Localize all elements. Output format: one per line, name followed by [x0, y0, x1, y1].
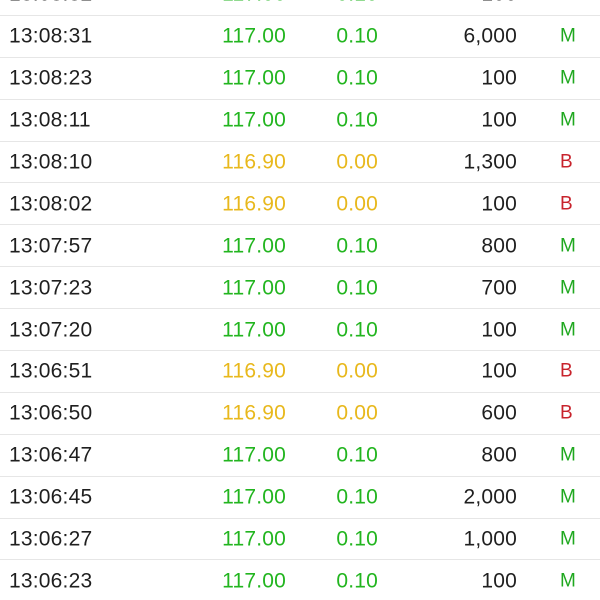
- trade-row[interactable]: 13:07:23 117.00 0.10 700 M: [0, 267, 600, 310]
- trade-price: 116.90: [222, 401, 286, 425]
- trade-row[interactable]: 13:08:11 117.00 0.10 100 M: [0, 100, 600, 142]
- trade-row[interactable]: 13:07:20 117.00 0.10 100 M: [0, 309, 600, 352]
- trade-change: 0.10: [336, 485, 378, 509]
- trade-volume: 1,000: [463, 527, 517, 551]
- trade-volume: 800: [481, 234, 517, 258]
- trade-volume: 100: [481, 569, 517, 593]
- trade-time: 13:08:23: [9, 66, 93, 90]
- trade-change: 0.10: [336, 443, 378, 467]
- trade-row[interactable]: 13:06:27 117.00 0.10 1,000 M: [0, 519, 600, 561]
- trade-change: 0.10: [336, 0, 378, 5]
- trade-volume: 1,300: [463, 150, 517, 174]
- trade-side: M: [560, 109, 577, 131]
- trade-price: 117.00: [222, 485, 286, 509]
- trade-volume: 800: [481, 443, 517, 467]
- trade-volume: 100: [481, 0, 517, 5]
- trade-volume: 600: [481, 401, 517, 425]
- trade-price: 116.90: [222, 359, 286, 383]
- trade-time: 13:08:10: [9, 150, 93, 174]
- trade-volume: 100: [481, 192, 517, 216]
- trade-side: M: [560, 0, 576, 4]
- trade-price: 117.00: [222, 66, 286, 90]
- trade-price: 117.00: [222, 569, 286, 593]
- trade-rows: 13:08:32 117.00 0.10 100 M 13:08:31 117.00 0.10…: [0, 0, 600, 600]
- trade-side: B: [560, 151, 573, 173]
- trade-change: 0.10: [336, 66, 378, 90]
- trade-volume: 2,000: [463, 485, 517, 509]
- trade-row[interactable]: 13:06:50 116.90 0.00 600 B: [0, 393, 600, 435]
- trade-time: 13:07:57: [9, 234, 93, 258]
- trade-side: B: [560, 402, 573, 424]
- trade-volume: 100: [481, 318, 517, 342]
- trade-row[interactable]: 13:07:57 117.00 0.10 800 M: [0, 225, 600, 268]
- trade-row[interactable]: 13:06:45 117.00 0.10 2,000 M: [0, 477, 600, 519]
- trade-time: 13:06:51: [9, 359, 93, 383]
- trade-side: M: [560, 67, 577, 89]
- trade-price: 116.90: [222, 150, 286, 174]
- trade-row[interactable]: 13:08:10 116.90 0.00 1,300 B: [0, 142, 600, 184]
- trade-price: 117.00: [222, 443, 286, 467]
- trade-change: 0.00: [336, 401, 378, 425]
- trade-price: 117.00: [222, 108, 286, 132]
- trade-volume: 700: [481, 276, 517, 300]
- trade-time: 13:08:31: [9, 24, 93, 48]
- trade-change: 0.10: [336, 24, 378, 48]
- trade-time: 13:06:23: [9, 569, 93, 593]
- trade-side: M: [560, 528, 577, 550]
- trade-row[interactable]: 13:08:02 116.90 0.00 100 B: [0, 183, 600, 226]
- trade-list[interactable]: 13:08:32 117.00 0.10 100 M 13:08:31 117.00 0.10…: [0, 0, 600, 600]
- trade-row[interactable]: 13:08:31 117.00 0.10 6,000 M: [0, 16, 600, 58]
- trade-price: 117.00: [222, 0, 286, 5]
- trade-time: 13:06:45: [9, 485, 93, 509]
- trade-row[interactable]: 13:06:23 117.00 0.10 100 M: [0, 560, 600, 600]
- trade-side: M: [560, 486, 577, 508]
- trade-price: 116.90: [222, 192, 286, 216]
- trade-volume: 6,000: [463, 24, 517, 48]
- trade-price: 117.00: [222, 24, 286, 48]
- trade-time: 13:08:32: [9, 0, 92, 5]
- trade-time: 13:08:11: [9, 108, 91, 132]
- trade-time: 13:08:02: [9, 192, 93, 216]
- trade-change: 0.10: [336, 276, 378, 300]
- trade-price: 117.00: [222, 276, 286, 300]
- trade-volume: 100: [481, 359, 517, 383]
- trade-change: 0.00: [336, 359, 378, 383]
- trade-side: B: [560, 360, 573, 382]
- trade-row[interactable]: 13:06:51 116.90 0.00 100 B: [0, 351, 600, 393]
- trade-side: M: [560, 444, 577, 466]
- trade-time: 13:06:27: [9, 527, 93, 551]
- trade-volume: 100: [481, 108, 517, 132]
- trade-side: M: [560, 235, 577, 257]
- trade-row[interactable]: 13:06:47 117.00 0.10 800 M: [0, 435, 600, 477]
- trade-row[interactable]: 13:08:32 117.00 0.10 100 M: [0, 0, 600, 16]
- trade-change: 0.10: [336, 234, 378, 258]
- trade-side: B: [560, 193, 573, 215]
- trade-side: M: [560, 570, 577, 592]
- trade-price: 117.00: [222, 318, 286, 342]
- trade-time: 13:07:23: [9, 276, 93, 300]
- trade-side: M: [560, 25, 577, 47]
- trade-side: M: [560, 319, 577, 341]
- trade-change: 0.00: [336, 192, 378, 216]
- trade-side: M: [560, 277, 577, 299]
- trade-change: 0.10: [336, 527, 378, 551]
- trade-price: 117.00: [222, 234, 286, 258]
- trade-time: 13:06:50: [9, 401, 93, 425]
- trade-time: 13:06:47: [9, 443, 93, 467]
- trade-price: 117.00: [222, 527, 286, 551]
- trade-volume: 100: [481, 66, 517, 90]
- trade-change: 0.10: [336, 569, 378, 593]
- trade-time: 13:07:20: [9, 318, 93, 342]
- trade-change: 0.10: [336, 318, 378, 342]
- trade-change: 0.10: [336, 108, 378, 132]
- trade-change: 0.00: [336, 150, 378, 174]
- trade-row[interactable]: 13:08:23 117.00 0.10 100 M: [0, 58, 600, 100]
